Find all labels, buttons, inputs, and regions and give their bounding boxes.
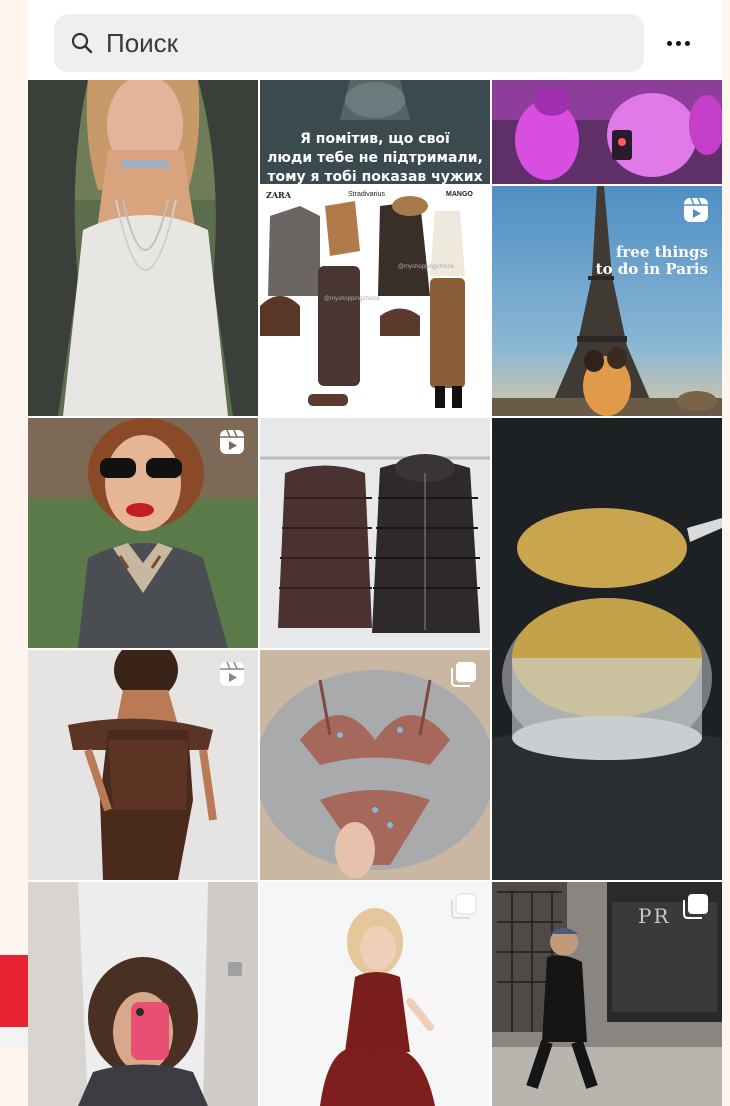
watermark-right: @myshoppingchoice [398,264,454,270]
background-red-strip [0,955,30,1027]
paris-caption-line-1: free things [615,243,708,261]
grid-item-woman-necklace[interactable] [28,80,258,416]
brand-label-mid: Stradivarius [348,191,385,198]
grid-item-text-post[interactable]: Я помітив, що свої люди тебе не підтрима… [260,80,490,184]
grid-item-paris[interactable]: free things to do in Paris [492,186,722,416]
caption-line-1: Я помітив, що свої [300,131,450,147]
grid-item-lace-dress[interactable] [28,650,258,880]
reel-icon [220,429,244,454]
reel-icon [684,197,708,222]
carousel-icon [451,662,476,687]
search-input[interactable] [106,14,606,72]
reel-icon [220,661,244,686]
watermark-left: @myshoppingchoice [324,296,380,302]
caption-line-2: люди тебе не підтримали, [267,150,483,166]
explore-screen: Я помітив, що свої люди тебе не підтрима… [28,0,722,1106]
grid-item-lingerie[interactable] [260,650,490,880]
carousel-icon [451,893,477,919]
text-post-caption: Я помітив, що свої люди тебе не підтрима… [260,130,490,184]
search-bar[interactable] [54,14,644,72]
grid-item-sunglasses-woman[interactable] [28,418,258,648]
paris-caption: free things to do in Paris [596,244,708,278]
brand-label-left: ZARA [266,190,291,200]
carousel-icon [683,894,708,919]
store-sign: PR [638,904,671,928]
background-white-strip [0,1027,30,1049]
grid-item-party[interactable] [492,80,722,184]
paris-caption-line-2: to do in Paris [595,260,708,278]
grid-item-puffer-jackets[interactable] [260,418,490,648]
search-icon [71,32,93,54]
post-image [492,80,722,184]
post-image [260,418,490,648]
post-image [28,80,258,416]
post-image [28,882,258,1106]
grid-item-outfit-collage[interactable]: ZARA Stradivarius MANGO @myshoppingchoic… [260,186,490,416]
grid-item-powder-jar[interactable] [492,418,722,880]
caption-line-3: тому я тобі показав чужих [267,169,483,184]
explore-grid: Я помітив, що свої люди тебе не підтрима… [28,80,722,1106]
top-bar [28,0,722,80]
grid-item-street-style[interactable]: PR [492,882,722,1106]
more-icon[interactable] [658,26,698,60]
grid-item-red-dress[interactable] [260,882,490,1106]
brand-label-right: MANGO [446,191,473,198]
post-image [492,418,722,880]
grid-item-mirror-selfie[interactable] [28,882,258,1106]
